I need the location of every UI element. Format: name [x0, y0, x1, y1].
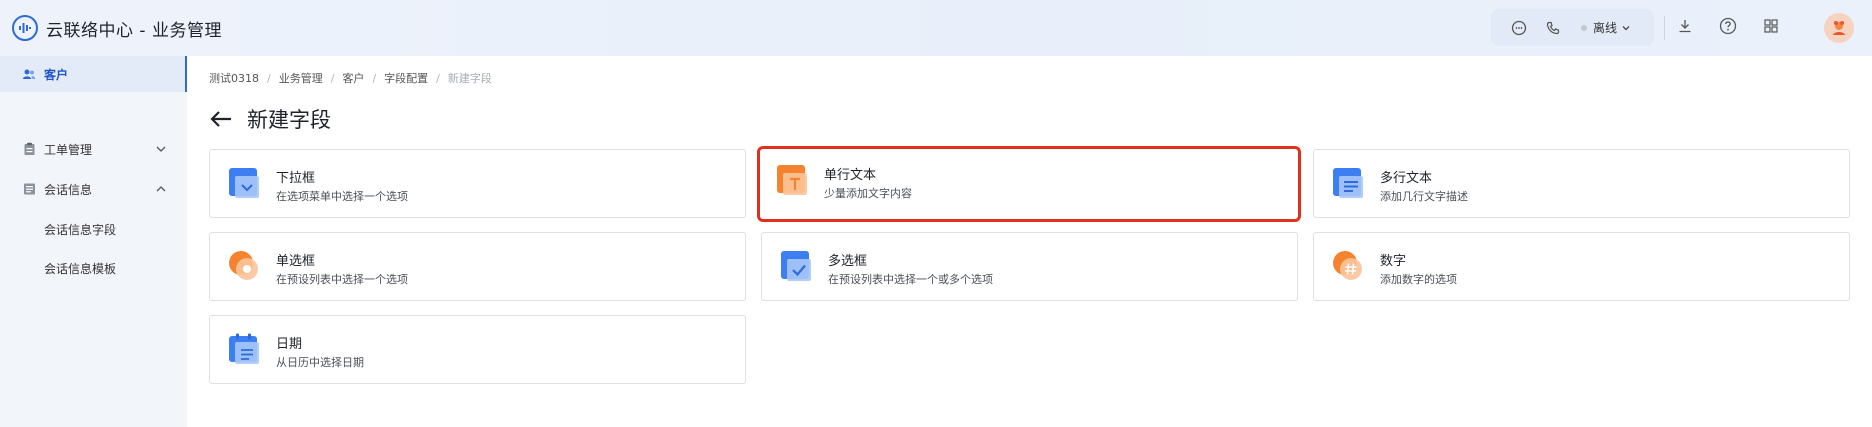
field-type-card-multi-line-text[interactable]: 多行文本 添加几行文字描述: [1313, 149, 1850, 218]
user-avatar[interactable]: [1824, 13, 1854, 43]
page-title: 新建字段: [247, 108, 331, 132]
download-icon[interactable]: [1675, 16, 1695, 36]
breadcrumb-current: 新建字段: [447, 72, 492, 85]
agent-status-select[interactable]: 离线: [1581, 19, 1631, 36]
breadcrumb-separator: /: [372, 71, 377, 85]
logo: 云联络中心 - 业务管理: [12, 15, 222, 41]
clipboard-icon: [22, 142, 36, 156]
page-header: 新建字段: [209, 104, 331, 134]
card-title: 下拉框: [276, 171, 316, 186]
phone-icon[interactable]: [1543, 18, 1563, 38]
card-title: 数字: [1380, 254, 1407, 269]
sidebar-item-customers[interactable]: 客户: [0, 56, 187, 92]
chevron-down-icon: [154, 142, 168, 156]
field-type-card-dropdown[interactable]: 下拉框 在选项菜单中选择一个选项: [209, 149, 746, 218]
checkbox-icon: [779, 249, 813, 283]
breadcrumb-separator: /: [267, 71, 271, 85]
date-icon: [227, 332, 261, 366]
sidebar-item-label: 会话信息: [44, 182, 93, 197]
single-line-text-icon: [775, 163, 809, 197]
card-title: 日期: [276, 337, 303, 352]
multi-line-text-icon: [1331, 166, 1365, 200]
card-title: 单选框: [276, 254, 316, 269]
chevron-up-icon: [154, 182, 168, 196]
field-type-card-single-line-text[interactable]: 单行文本 少量添加文字内容: [757, 146, 1301, 222]
breadcrumb-link[interactable]: 客户: [342, 70, 364, 86]
sidebar-item-label: 会话信息字段: [44, 222, 117, 237]
header-divider: [1664, 16, 1665, 40]
users-icon: [22, 67, 36, 81]
apps-grid-icon[interactable]: [1761, 16, 1781, 36]
radio-icon: [227, 249, 261, 283]
field-type-card-number[interactable]: 数字 添加数字的选项: [1313, 232, 1850, 301]
card-title: 多选框: [828, 254, 868, 269]
card-description: 添加几行文字描述: [1380, 190, 1468, 203]
card-description: 在预设列表中选择一个选项: [276, 273, 408, 286]
app-header: 云联络中心 - 业务管理 离线: [0, 0, 1872, 56]
sidebar-item-session-templates[interactable]: 会话信息模板: [0, 250, 187, 286]
help-icon[interactable]: [1718, 16, 1738, 36]
sidebar-item-session-fields[interactable]: 会话信息字段: [0, 211, 187, 247]
sidebar-item-label: 客户: [44, 67, 69, 82]
header-actions: [1675, 16, 1781, 36]
dropdown-icon: [227, 166, 261, 200]
card-description: 添加数字的选项: [1380, 273, 1457, 286]
breadcrumb-link[interactable]: 业务管理: [279, 70, 323, 86]
chevron-down-icon: [1621, 23, 1631, 33]
number-icon: [1331, 249, 1365, 283]
breadcrumb: 测试0318 / 业务管理 / 客户 / 字段配置 / 新建字段: [209, 70, 492, 86]
breadcrumb-separator: /: [330, 71, 335, 85]
call-center-logo-icon: [12, 15, 38, 41]
field-type-card-date[interactable]: 日期 从日历中选择日期: [209, 315, 746, 384]
agent-toolbar: 离线: [1491, 9, 1654, 46]
card-title: 多行文本: [1380, 171, 1433, 186]
sidebar: 客户 工单管理 会话信息 会话信息字段 会话信息模板: [0, 56, 187, 427]
breadcrumb-link[interactable]: 测试0318: [209, 70, 259, 86]
back-arrow-icon[interactable]: [209, 107, 233, 131]
breadcrumb-link[interactable]: 字段配置: [384, 70, 428, 86]
sidebar-item-label: 会话信息模板: [44, 261, 117, 276]
status-dot: [1581, 24, 1587, 31]
field-type-card-radio[interactable]: 单选框 在预设列表中选择一个选项: [209, 232, 746, 301]
card-title: 单行文本: [824, 168, 877, 183]
sidebar-item-label: 工单管理: [44, 142, 93, 157]
list-icon: [22, 182, 36, 196]
field-type-card-checkbox[interactable]: 多选框 在预设列表中选择一个或多个选项: [761, 232, 1298, 301]
chat-icon[interactable]: [1509, 18, 1529, 38]
breadcrumb-separator: /: [436, 71, 440, 85]
sidebar-item-tickets[interactable]: 工单管理: [0, 131, 187, 167]
card-description: 在选项菜单中选择一个选项: [276, 190, 408, 203]
status-label: 离线: [1593, 21, 1618, 35]
card-description: 从日历中选择日期: [276, 356, 364, 369]
sidebar-item-session-info[interactable]: 会话信息: [0, 171, 187, 207]
card-description: 少量添加文字内容: [824, 187, 912, 200]
card-description: 在预设列表中选择一个或多个选项: [828, 273, 993, 286]
app-title: 云联络中心 - 业务管理: [46, 20, 222, 41]
